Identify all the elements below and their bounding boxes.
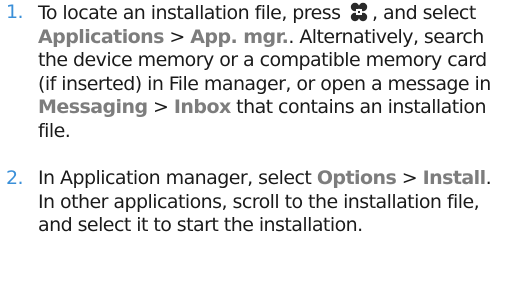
instruction-step-1: 1. To locate an installation file, press… [0,1,505,143]
step-number: 1. [6,1,24,23]
menu-option-messaging: Messaging [38,96,148,118]
step-text: To locate an installation file, press , … [38,1,505,143]
instruction-document: 1. To locate an installation file, press… [0,0,511,282]
menu-key-icon-graphic [350,2,368,22]
menu-key-icon [348,1,370,23]
menu-option-app-mgr: App. mgr. [190,25,289,48]
menu-separator: > [153,96,169,118]
step-text-part: To locate an installation file, press [38,2,341,24]
menu-option-install: Install [422,167,487,189]
menu-option-inbox: Inbox [173,96,231,118]
step-text: In Application manager, select Options >… [38,167,505,238]
step-text-part: In Application manager, select [38,167,312,189]
step-text-part: , and select [372,2,476,24]
menu-option-applications: Applications [38,25,164,48]
step-number: 2. [6,167,24,189]
menu-separator: > [169,25,185,48]
menu-separator: > [401,167,418,189]
instruction-step-2: 2. In Application manager, select Option… [0,167,505,238]
menu-option-options: Options [316,167,397,189]
